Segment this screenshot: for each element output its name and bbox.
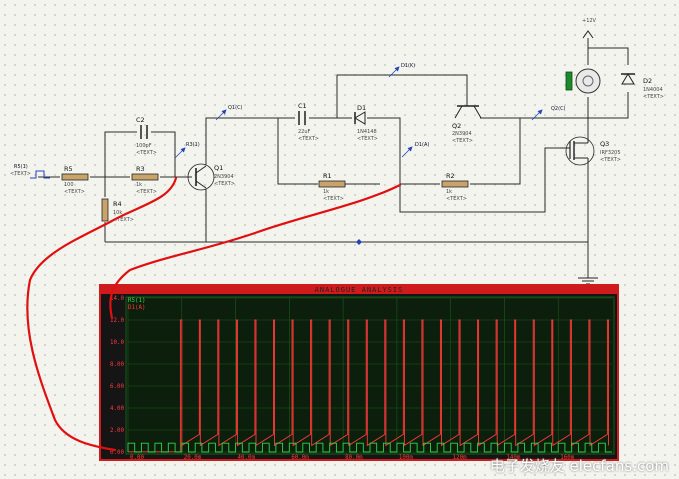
- r3-ref: R3: [136, 165, 145, 173]
- d2-value: 1N4004: [643, 87, 663, 93]
- q2-text: <TEXT>: [452, 138, 473, 144]
- resistor-r3[interactable]: R3 1k <TEXT>: [131, 165, 159, 195]
- c1-ref: C1: [298, 102, 307, 110]
- r2-ref: R2: [446, 172, 455, 180]
- x-tick-label: 20.0m: [184, 455, 202, 461]
- x-tick-label: 120m: [453, 455, 467, 461]
- graph-title: ANALOGUE ANALYSIS: [315, 286, 404, 294]
- legend-r5: R5(1): [128, 298, 145, 304]
- d2-ref: D2: [643, 77, 652, 85]
- probe-r5[interactable]: R5(1) <TEXT>: [10, 164, 31, 177]
- transistor-q2[interactable]: Q2 2N3904 <TEXT>: [452, 98, 482, 144]
- probe-d1k-label: D1(K): [401, 63, 415, 69]
- probe-q2c-label: Q2(C): [551, 106, 566, 112]
- q3-text: <TEXT>: [600, 157, 621, 163]
- schematic-canvas: R5 100 <TEXT> R3 1k <TEXT> R4 10k <TEXT>…: [0, 0, 679, 479]
- c2-value: 100pF: [136, 143, 152, 149]
- x-tick-label: 100m: [399, 455, 413, 461]
- d1-text: <TEXT>: [357, 136, 378, 142]
- r4-ref: R4: [113, 200, 122, 208]
- c1-text: <TEXT>: [298, 136, 319, 142]
- d1-ref: D1: [357, 104, 366, 112]
- y-tick-label: 4.00: [110, 406, 124, 412]
- resistor-r1[interactable]: R1 1k <TEXT>: [318, 172, 346, 202]
- transistor-q1[interactable]: Q1 2N3904 <TEXT>: [187, 163, 235, 191]
- q2-value: 2N3904: [452, 131, 472, 137]
- r3-value: 1k: [136, 182, 142, 188]
- y-tick-label: 0.00: [110, 450, 124, 456]
- probe-r3[interactable]: R3(1): [174, 142, 200, 159]
- probe-r3-label: R3(1): [186, 142, 200, 148]
- y-tick-label: 10.0: [110, 340, 124, 346]
- q3-ref: Q3: [600, 140, 609, 148]
- probe-d1a-label: D1(A): [415, 142, 429, 148]
- d1-value: 1N4148: [357, 129, 377, 135]
- q1-value: 2N3904: [214, 174, 234, 180]
- y-tick-label: 6.00: [110, 384, 124, 390]
- analogue-analysis-graph[interactable]: ANALOGUE ANALYSIS 14.012.010.08.006.004.…: [99, 284, 619, 461]
- c2-ref: C2: [136, 116, 145, 124]
- q1-ref: Q1: [214, 164, 223, 172]
- q2-ref: Q2: [452, 122, 461, 130]
- d2-text: <TEXT>: [643, 94, 664, 100]
- probe-q1c-label: Q1(C): [228, 105, 243, 111]
- r1-value: 1k: [323, 189, 329, 195]
- x-tick-label: 40.0m: [238, 455, 256, 461]
- rail-junction: [356, 239, 362, 245]
- resistor-r4[interactable]: R4 10k <TEXT>: [101, 198, 134, 223]
- r5-value: 100: [64, 182, 74, 188]
- mosfet-q3[interactable]: Q3 IRF3205 <TEXT>: [560, 136, 621, 166]
- x-tick-label: 80.0m: [345, 455, 363, 461]
- probe-d1a[interactable]: D1(A): [401, 142, 429, 158]
- q1-text: <TEXT>: [214, 181, 235, 187]
- motor[interactable]: [565, 68, 601, 94]
- diode-d2[interactable]: D2 1N4004 <TEXT>: [621, 73, 664, 100]
- resistor-r5[interactable]: R5 100 <TEXT>: [61, 165, 89, 195]
- r2-text: <TEXT>: [446, 196, 467, 202]
- r1-text: <TEXT>: [323, 196, 344, 202]
- c1-value: 22uF: [298, 129, 311, 135]
- y-tick-label: 8.00: [110, 362, 124, 368]
- resistor-r2[interactable]: R2 1k <TEXT>: [441, 172, 469, 202]
- y-tick-label: 2.00: [110, 428, 124, 434]
- x-tick-label: 0.00: [130, 455, 144, 461]
- r3-text: <TEXT>: [136, 189, 157, 195]
- q3-value: IRF3205: [600, 150, 621, 156]
- r2-value: 1k: [446, 189, 452, 195]
- capacitor-c2[interactable]: C2 100pF <TEXT>: [136, 116, 157, 156]
- voltage-probes[interactable]: R5(1) <TEXT> R3(1) Q1(C) D1(K) D1(A) Q2(…: [10, 63, 566, 177]
- watermark: 电子发烧友 elecfans.com: [490, 455, 669, 476]
- wires: [38, 38, 629, 278]
- probe-r5-text: <TEXT>: [10, 171, 31, 177]
- r5-text: <TEXT>: [64, 189, 85, 195]
- probe-r5-label: R5(1): [14, 164, 28, 170]
- watermark-text: 电子发烧友 elecfans.com: [489, 457, 669, 475]
- capacitor-c1[interactable]: C1 22uF <TEXT>: [298, 102, 319, 142]
- legend-d1a: D1(A): [128, 305, 145, 311]
- c2-text: <TEXT>: [136, 150, 157, 156]
- r1-ref: R1: [323, 172, 332, 180]
- x-tick-label: 60.0m: [291, 455, 309, 461]
- ground-symbol: [578, 277, 598, 285]
- diode-d1[interactable]: D1 1N4148 <TEXT>: [354, 104, 378, 142]
- supply-terminal: +12V: [582, 18, 597, 39]
- r5-ref: R5: [64, 165, 73, 173]
- y-tick-label: 14.0: [110, 296, 124, 302]
- supply-label: +12V: [582, 18, 597, 24]
